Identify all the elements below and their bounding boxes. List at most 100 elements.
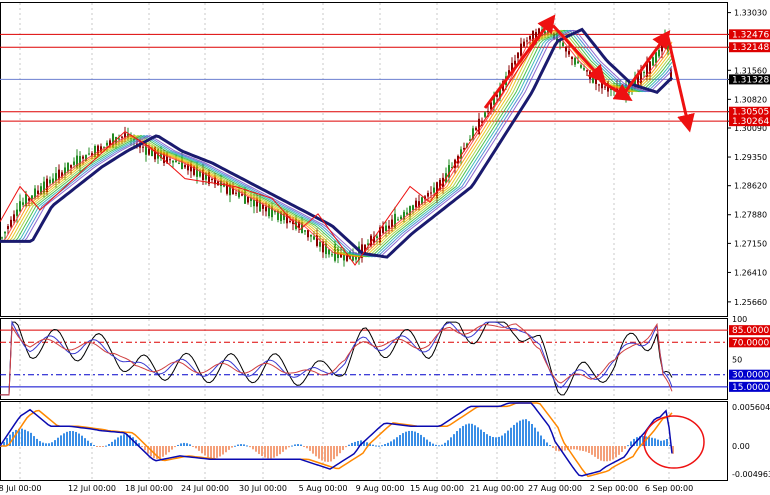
macd-histogram-bar <box>216 446 218 458</box>
macd-histogram-bar <box>465 424 467 446</box>
macd-histogram-bar <box>489 435 491 446</box>
macd-histogram-bar <box>66 431 68 446</box>
macd-histogram-bar <box>144 446 146 451</box>
candle-body <box>415 200 417 208</box>
x-axis-label: 30 Jul 00:00 <box>239 484 287 493</box>
candle-body <box>253 200 255 207</box>
macd-histogram-bar <box>630 441 632 446</box>
macd-histogram-bar <box>69 431 71 446</box>
macd-axis-label: 0.00 <box>732 442 750 451</box>
candle-body <box>217 181 219 186</box>
candle-body <box>169 159 171 161</box>
macd-histogram-bar <box>555 446 557 451</box>
candle-body <box>400 216 402 220</box>
price-axis-label: 1.25660 <box>734 298 767 307</box>
rsi-level-tag-label: 85.0000 <box>732 326 769 336</box>
macd-histogram-bar <box>549 445 551 447</box>
macd-axis-label: 0.0056047 <box>732 403 770 412</box>
macd-histogram-bar <box>543 439 545 446</box>
macd-histogram-bar <box>201 446 203 454</box>
candle-body <box>376 236 378 238</box>
macd-histogram-bar <box>276 446 278 457</box>
macd-histogram-bar <box>54 440 56 446</box>
macd-histogram-bar <box>267 446 269 459</box>
candle-body <box>433 187 435 193</box>
macd-histogram-bar <box>309 446 311 451</box>
macd-histogram-bar <box>264 446 266 458</box>
macd-histogram-bar <box>399 435 401 446</box>
macd-histogram-bar <box>180 443 182 446</box>
candle-body <box>397 219 399 221</box>
macd-histogram-bar <box>99 446 101 447</box>
macd-histogram-bar <box>51 442 53 446</box>
macd-histogram-bar <box>213 446 215 459</box>
price-axis-label: 1.26410 <box>734 268 767 277</box>
macd-histogram-bar <box>336 446 338 457</box>
candle-body <box>319 241 321 247</box>
candle-body <box>604 86 606 88</box>
macd-histogram-bar <box>411 430 413 446</box>
price-level-tag-label: 1.32148 <box>732 43 769 53</box>
candle-body <box>247 196 249 203</box>
macd-histogram-bar <box>162 446 164 457</box>
macd-histogram-bar <box>564 446 566 451</box>
macd-histogram-bar <box>282 446 284 452</box>
macd-histogram-bar <box>189 444 191 446</box>
macd-histogram-bar <box>357 440 359 446</box>
macd-histogram-bar <box>621 446 623 452</box>
candle-body <box>664 34 666 48</box>
macd-histogram-bar <box>21 428 23 446</box>
macd-histogram-bar <box>576 446 578 450</box>
macd-histogram-bar <box>237 444 239 446</box>
candle-body <box>661 44 663 52</box>
macd-histogram-bar <box>666 438 668 446</box>
candle-body <box>22 202 24 205</box>
x-axis-label: 18 Jul 00:00 <box>125 484 173 493</box>
price-level-tag-label: 1.32476 <box>732 30 769 40</box>
macd-histogram-bar <box>297 444 299 446</box>
macd-histogram-bar <box>594 446 596 457</box>
macd-histogram-bar <box>204 446 206 456</box>
macd-histogram-bar <box>90 443 92 446</box>
rsi-level-tag-label: 15.0000 <box>732 383 769 393</box>
current-price-tag-label: 1.31328 <box>732 75 769 85</box>
price-axis-label: 1.33030 <box>734 9 767 18</box>
macd-histogram-bar <box>315 446 317 457</box>
candle-body <box>652 57 654 66</box>
macd-histogram-bar <box>81 435 83 446</box>
macd-histogram-bar <box>480 429 482 446</box>
chart-canvas[interactable]: 8 Jul 00:00 12 Jul 00:00 18 Jul 00:00 24 Ju… <box>0 0 770 495</box>
macd-histogram-bar <box>486 434 488 446</box>
price-axis-label: 1.27880 <box>734 211 767 220</box>
macd-axis-label: -0.0049636 <box>732 470 770 479</box>
macd-histogram-bar <box>429 441 431 446</box>
macd-histogram-bar <box>96 446 98 447</box>
macd-histogram-bar <box>402 433 404 446</box>
macd-histogram-bar <box>381 445 383 447</box>
x-axis-label: 24 Jul 00:00 <box>181 484 229 493</box>
macd-histogram-bar <box>663 440 665 446</box>
candle-body <box>430 192 432 194</box>
macd-histogram-bar <box>546 442 548 446</box>
macd-histogram-bar <box>534 427 536 446</box>
x-axis-label: 6 Sep 00:00 <box>645 484 693 493</box>
macd-histogram-bar <box>252 446 254 450</box>
macd-histogram-bar <box>285 446 287 450</box>
macd-histogram-bar <box>234 445 236 447</box>
candle-body <box>172 160 174 163</box>
macd-histogram-bar <box>582 446 584 451</box>
macd-histogram-bar <box>183 442 185 446</box>
macd-histogram-bar <box>33 436 35 446</box>
macd-histogram-bar <box>540 435 542 446</box>
macd-histogram-bar <box>600 446 602 461</box>
trading-chart[interactable]: 8 Jul 00:00 12 Jul 00:00 18 Jul 00:00 24 Ju… <box>0 0 770 495</box>
macd-histogram-bar <box>240 444 242 446</box>
candle-body <box>643 72 645 74</box>
price-axis-label: 1.28620 <box>734 182 767 191</box>
candle-body <box>19 201 21 212</box>
macd-histogram-bar <box>408 430 410 446</box>
macd-histogram-bar <box>312 446 314 454</box>
candle-body <box>520 43 522 56</box>
macd-histogram-bar <box>660 440 662 446</box>
macd-histogram-bar <box>192 446 194 447</box>
